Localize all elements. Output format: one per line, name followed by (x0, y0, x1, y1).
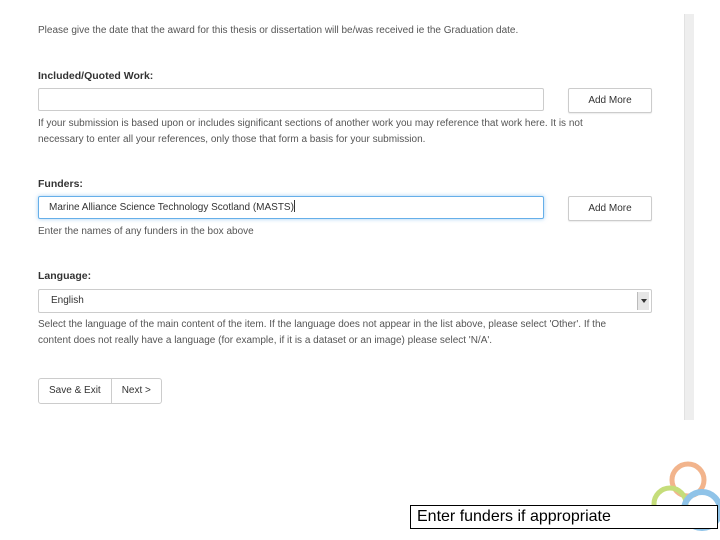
included-work-help-line-1: If your submission is based upon or incl… (38, 118, 583, 129)
funders-input-value: Marine Alliance Science Technology Scotl… (49, 202, 294, 213)
included-work-label: Included/Quoted Work: (38, 70, 154, 82)
next-button[interactable]: Next > (110, 379, 161, 403)
language-label: Language: (38, 270, 92, 282)
included-work-input[interactable] (38, 88, 544, 111)
date-help-text: Please give the date that the award for … (38, 25, 519, 36)
language-help-line-1: Select the language of the main content … (38, 319, 607, 330)
language-help-line-2: content does not really have a language … (38, 335, 493, 346)
funders-add-more-button[interactable]: Add More (568, 196, 652, 221)
slide-caption: Enter funders if appropriate (410, 505, 718, 529)
save-exit-button[interactable]: Save & Exit (39, 379, 111, 403)
language-selected-value: English (51, 295, 84, 306)
chevron-down-icon[interactable] (637, 292, 649, 310)
form-action-buttons: Save & Exit Next > (38, 378, 162, 404)
language-select[interactable]: English (38, 289, 652, 313)
funders-input[interactable]: Marine Alliance Science Technology Scotl… (38, 196, 544, 219)
text-caret (293, 200, 295, 212)
included-work-help-line-2: necessary to enter all your references, … (38, 134, 426, 145)
included-work-add-more-button[interactable]: Add More (568, 88, 652, 113)
funders-help-text: Enter the names of any funders in the bo… (38, 226, 254, 237)
page-scrollbar[interactable] (684, 14, 694, 420)
funders-label: Funders: (38, 178, 83, 190)
